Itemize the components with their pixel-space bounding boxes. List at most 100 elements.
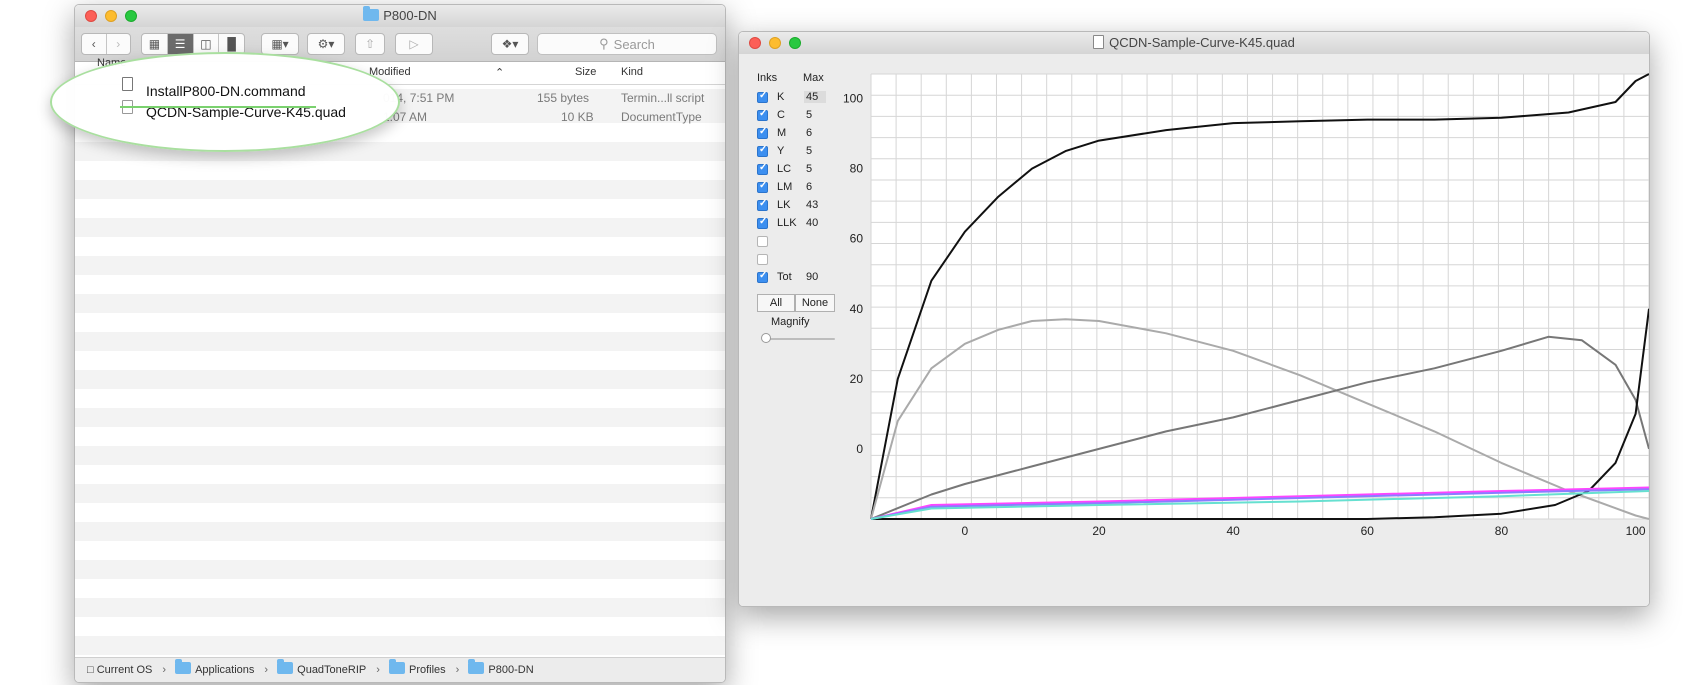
- back-button[interactable]: ‹: [82, 34, 107, 54]
- minimize-button[interactable]: [769, 37, 781, 49]
- column-kind[interactable]: Kind: [621, 66, 643, 78]
- ink-row-empty[interactable]: [757, 252, 837, 270]
- ink-checkbox[interactable]: [757, 236, 768, 247]
- ink-checkbox[interactable]: [757, 216, 768, 229]
- coverflow-icon: █: [227, 37, 236, 51]
- column-size[interactable]: Size: [575, 66, 596, 78]
- ink-row-lc[interactable]: LC 5: [757, 162, 837, 180]
- path-item-current-os[interactable]: □ Current OS: [87, 658, 152, 682]
- ink-checkbox[interactable]: [757, 144, 768, 157]
- path-item-applications[interactable]: Applications: [175, 658, 254, 682]
- ink-row-c[interactable]: C5: [757, 108, 837, 126]
- highlight-callout: InstallP800-DN.command QCDN-Sample-Curve…: [50, 52, 400, 152]
- columns-icon: ◫: [200, 37, 212, 51]
- ink-name: M: [777, 127, 787, 139]
- ink-max[interactable]: 45: [804, 91, 827, 103]
- curve-window-body: Inks Max K45C5M6Y5LC5LM6LK43LLK40Tot90 A…: [739, 54, 1649, 606]
- ink-checkbox[interactable]: [757, 254, 768, 265]
- close-button[interactable]: [749, 37, 761, 49]
- search-icon: ⚲: [599, 36, 609, 51]
- folder-icon: [468, 659, 485, 674]
- ink-max: 6: [806, 127, 813, 139]
- magnify-label: Magnify: [771, 316, 810, 328]
- window-controls: [85, 10, 137, 22]
- arrange-button[interactable]: ▦▾: [261, 33, 299, 55]
- ink-checkbox[interactable]: [757, 126, 768, 139]
- zoom-button[interactable]: [125, 10, 137, 22]
- ink-row-empty[interactable]: [757, 234, 837, 252]
- file-size: 10 KB: [561, 110, 594, 124]
- ink-name: LK: [777, 199, 791, 211]
- chevron-right-icon: ›: [162, 664, 167, 676]
- y-tick-label: 80: [850, 162, 864, 176]
- x-tick-label: 80: [1495, 524, 1509, 538]
- ink-checkbox[interactable]: [757, 180, 768, 193]
- plot-area: [871, 74, 1649, 519]
- list-view-button[interactable]: ☰: [167, 34, 194, 54]
- file-kind: Termin...ll script: [621, 91, 705, 105]
- x-tick-label: 40: [1226, 524, 1240, 538]
- file-list: 014, 7:51 PM 155 bytes Termin...ll scrip…: [75, 85, 725, 658]
- minimize-button[interactable]: [105, 10, 117, 22]
- finder-titlebar[interactable]: P800-DN: [75, 5, 725, 27]
- zoom-button[interactable]: [789, 37, 801, 49]
- ink-checkbox[interactable]: [757, 270, 768, 283]
- ink-name: LC: [777, 163, 792, 175]
- x-tick-label: 20: [1092, 524, 1106, 538]
- ink-max: 5: [806, 109, 813, 121]
- dropbox-icon: ❖▾: [501, 37, 519, 51]
- ink-row-llk[interactable]: LLK 40: [757, 216, 837, 234]
- y-tick-label: 100: [843, 92, 863, 106]
- gear-icon: ⚙▾: [317, 37, 335, 51]
- y-tick-label: 60: [850, 232, 864, 246]
- magnify-slider-knob[interactable]: [761, 333, 771, 343]
- ink-max: 40: [806, 217, 819, 229]
- ink-row-k[interactable]: K 45: [757, 90, 837, 108]
- ink-checkbox[interactable]: [757, 90, 768, 103]
- x-axis-label: QCDN-Sample-Curve-K45: [1183, 543, 1336, 544]
- curve-titlebar[interactable]: QCDN-Sample-Curve-K45.quad: [739, 32, 1649, 54]
- ink-checkbox[interactable]: [757, 162, 768, 175]
- ink-row-lm[interactable]: LM 6: [757, 180, 837, 198]
- file-name-install[interactable]: InstallP800-DN.command: [146, 83, 306, 99]
- ink-row-tot[interactable]: Tot 90: [757, 270, 837, 288]
- curve-window: QCDN-Sample-Curve-K45.quad Inks Max K 45 C…: [738, 31, 1650, 607]
- all-button[interactable]: All: [757, 294, 795, 312]
- ink-name: K: [777, 91, 785, 103]
- path-item-quadtonerip[interactable]: QuadToneRIP: [277, 658, 366, 682]
- ink-max: 90: [806, 271, 819, 283]
- share-icon: ⇧: [364, 37, 376, 51]
- coverflow-view-button[interactable]: █: [219, 34, 244, 54]
- folder-icon: [175, 659, 192, 674]
- icon-view-button[interactable]: ▦: [142, 34, 168, 54]
- share-button[interactable]: ⇧: [355, 33, 385, 55]
- ink-row-lk[interactable]: LK 43: [757, 198, 837, 216]
- y-tick-label: 0: [856, 442, 863, 456]
- action-button[interactable]: ⚙▾: [307, 33, 345, 55]
- path-item-profiles[interactable]: Profiles: [388, 658, 446, 682]
- folder-icon: [388, 659, 405, 674]
- window-controls: [749, 37, 801, 49]
- ink-row-y[interactable]: Y5: [757, 144, 837, 162]
- document-icon: [1093, 35, 1105, 49]
- ink-max: 43: [806, 199, 819, 211]
- grid-icon: ▦: [148, 37, 161, 51]
- y-tick-label: 20: [850, 372, 864, 386]
- forward-button[interactable]: ›: [107, 34, 131, 54]
- ink-checkbox[interactable]: [757, 198, 768, 211]
- dropbox-button[interactable]: ❖▾: [491, 33, 529, 55]
- search-field[interactable]: ⚲ Search: [537, 33, 717, 55]
- magnify-slider-track[interactable]: [765, 338, 835, 340]
- ink-row-m[interactable]: M6: [757, 126, 837, 144]
- close-button[interactable]: [85, 10, 97, 22]
- ink-checkbox[interactable]: [757, 108, 768, 121]
- curve-chart: 0 20 40 60 80 100 100 80 60 40 20 0 QCDN-Sample-Curv…: [843, 73, 1649, 544]
- x-tick-label: 0: [962, 524, 969, 538]
- max-header: Max: [803, 72, 824, 84]
- tag-icon: ▷: [409, 37, 419, 51]
- x-tick-label: 60: [1361, 524, 1375, 538]
- column-view-button[interactable]: ◫: [194, 34, 220, 54]
- tags-button[interactable]: ▷: [395, 33, 433, 55]
- path-item-p800-dn[interactable]: P800-DN: [468, 658, 534, 682]
- ink-name: Y: [777, 145, 785, 157]
